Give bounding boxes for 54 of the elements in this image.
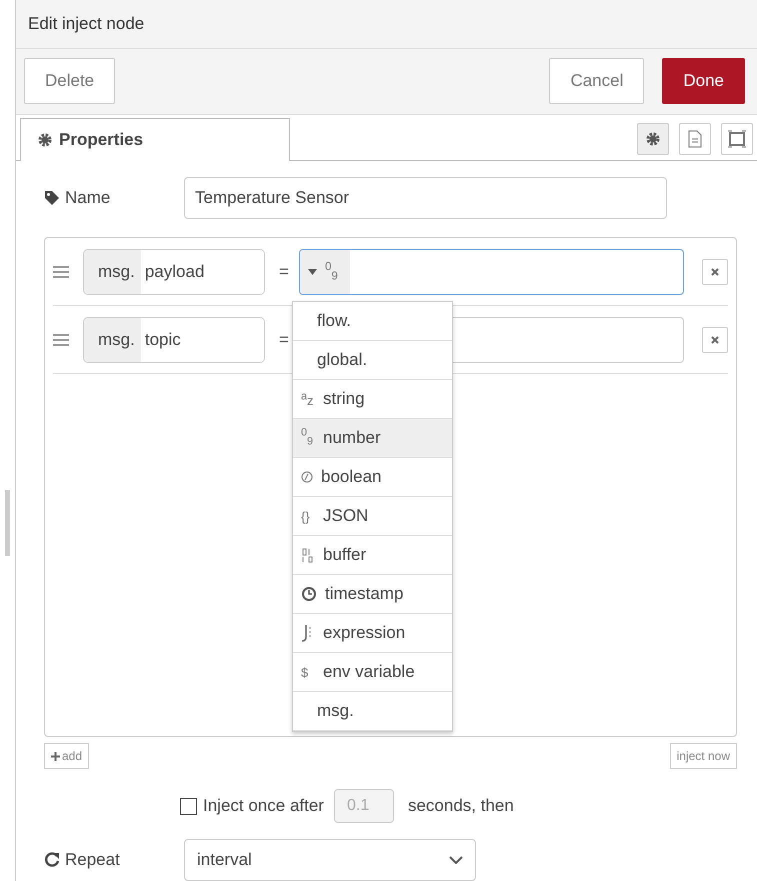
gear-icon <box>37 132 53 148</box>
tab-icon-button[interactable] <box>679 122 711 155</box>
refresh-icon <box>44 852 60 868</box>
document-icon <box>688 130 702 148</box>
menu-item[interactable]: buffer <box>293 536 452 575</box>
menu-item[interactable]: $^{a}$z string <box>293 380 452 419</box>
menu-item[interactable]: msg. <box>293 692 452 731</box>
menu-item[interactable]: global. <box>293 341 452 380</box>
equals-sign: = <box>279 262 289 282</box>
menu-item[interactable]: expression <box>293 614 452 653</box>
remove-button[interactable] <box>702 258 728 284</box>
toolbar-button[interactable]: Cancel <box>549 58 644 104</box>
close-icon <box>711 336 719 344</box>
menu-item[interactable]: $ env variable <box>293 653 452 692</box>
gear-icon <box>645 130 661 147</box>
caret-icon <box>308 268 317 274</box>
property-key-field[interactable]: msg. payload <box>83 248 265 294</box>
window-title: Edit inject node <box>16 0 757 50</box>
tag-icon <box>44 190 60 206</box>
frame-icon <box>727 130 747 148</box>
name-field[interactable]: Temperature Sensor <box>184 177 667 219</box>
delay-field[interactable]: 0.1 <box>334 789 394 823</box>
tab-icon-button[interactable] <box>637 122 669 155</box>
equals-sign: = <box>279 330 289 350</box>
property-key-field[interactable]: msg. topic <box>83 316 265 362</box>
tab[interactable]: Properties <box>20 118 290 161</box>
resize-handle[interactable] <box>5 490 10 556</box>
type-icon: $^{a}$z <box>301 391 315 407</box>
add-button[interactable]: add <box>44 743 90 769</box>
menu-item[interactable]: {} JSON <box>293 497 452 536</box>
plus-icon <box>51 752 60 760</box>
repeat-select[interactable]: interval <box>184 839 476 881</box>
remove-button[interactable] <box>702 326 728 352</box>
type-icon: $ <box>301 666 315 678</box>
menu-item[interactable]: boolean <box>293 458 452 497</box>
drag-handle-icon[interactable] <box>53 266 69 278</box>
binary-icon <box>301 547 315 563</box>
close-icon <box>711 268 719 276</box>
checkbox-label: Inject once after <box>203 796 324 816</box>
tab-icon-button[interactable] <box>721 122 753 155</box>
clock-icon <box>301 586 317 602</box>
drag-handle-icon[interactable] <box>53 334 69 346</box>
boolean-icon <box>301 471 313 483</box>
primary-button[interactable]: Done <box>662 58 745 104</box>
menu-item[interactable]: timestamp <box>293 575 452 614</box>
chevron-down-icon <box>449 856 463 864</box>
seconds-label: seconds, then <box>408 796 514 816</box>
menu-item[interactable]: flow. <box>293 302 452 341</box>
field-label: Repeat <box>65 850 120 870</box>
checkbox[interactable] <box>180 798 197 814</box>
toolbar-button[interactable]: Delete <box>24 58 116 104</box>
type-icon: {} <box>301 510 315 522</box>
field-label: Name <box>65 188 110 208</box>
inject-now-button[interactable]: inject now <box>670 743 737 769</box>
